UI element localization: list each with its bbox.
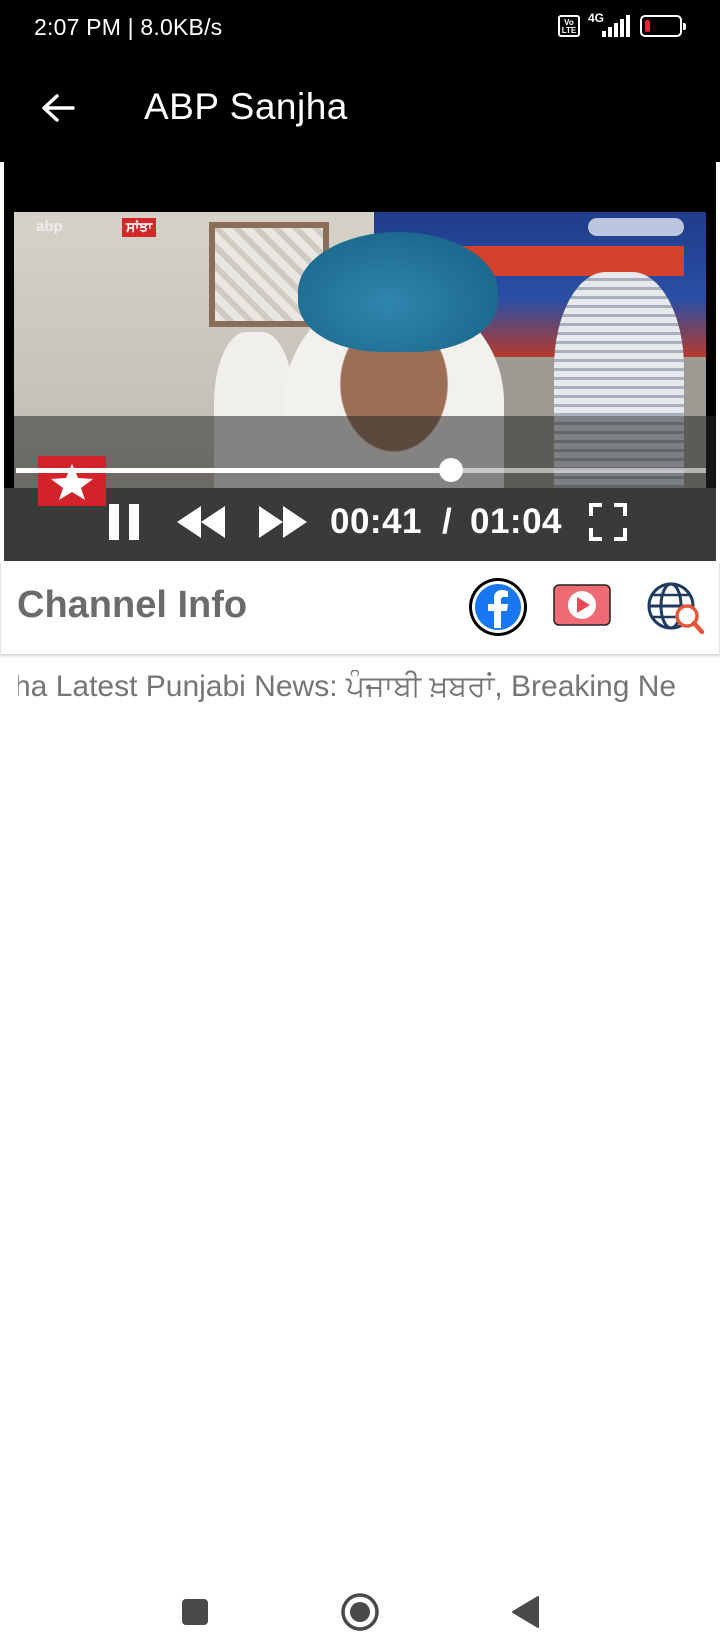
volte-icon: Vo LTE	[558, 15, 580, 37]
news-ticker: ha Latest Punjabi News: ਪੰਜਾਬੀ ਖ਼ਬਰਾਂ, B…	[18, 670, 704, 718]
page-title: ABP Sanjha	[144, 86, 348, 127]
arrow-left-icon	[42, 94, 75, 122]
fullscreen-icon	[589, 503, 627, 541]
channel-info-card: Channel Info	[0, 562, 720, 654]
pause-icon	[109, 504, 139, 540]
website-button[interactable]	[645, 578, 705, 638]
recents-icon	[182, 1599, 208, 1625]
video-player[interactable]: abp ਸਾਂਝਾ 00:41 / 01:04	[4, 162, 716, 561]
battery-level	[645, 20, 650, 32]
news-ticker-text: ha Latest Punjabi News: ਪੰਜਾਬੀ ਖ਼ਬਰਾਂ, B…	[18, 670, 677, 703]
app-bar: ABP Sanjha	[0, 56, 720, 162]
network-label: 4G	[588, 11, 605, 25]
home-button[interactable]	[330, 1582, 390, 1642]
battery-icon	[640, 15, 686, 37]
seek-thumb[interactable]	[438, 458, 463, 482]
status-icons: Vo LTE 4G	[558, 11, 686, 39]
video-watermark-logo: abp	[36, 218, 63, 235]
time-separator: /	[442, 502, 452, 541]
status-bar: 2:07 PM | 8.0KB/s Vo LTE 4G	[0, 0, 720, 56]
playback-controls: 00:41 / 01:04	[4, 490, 716, 554]
channel-info-title: Channel Info	[17, 584, 248, 626]
system-nav-bar	[0, 1570, 720, 1650]
back-icon	[512, 1596, 539, 1628]
video-badge	[588, 218, 684, 236]
youtube-icon	[553, 584, 611, 626]
signal-icon: 4G	[588, 11, 630, 39]
duration: 01:04	[470, 502, 563, 541]
facebook-button[interactable]	[467, 576, 529, 638]
seek-progress	[16, 468, 451, 473]
video-watermark-tag: ਸਾਂਝਾ	[122, 218, 157, 237]
facebook-icon	[469, 578, 527, 636]
rewind-button[interactable]	[170, 494, 232, 550]
status-time: 2:07 PM | 8.0KB/s	[34, 14, 223, 40]
fast-forward-icon	[259, 506, 307, 538]
home-icon	[341, 1593, 379, 1631]
youtube-button[interactable]	[553, 584, 611, 626]
recents-button[interactable]	[165, 1582, 225, 1642]
fast-forward-button[interactable]	[252, 494, 314, 550]
rewind-icon	[177, 506, 225, 538]
fullscreen-button[interactable]	[582, 494, 634, 550]
pause-button[interactable]	[96, 494, 152, 550]
website-search-icon	[647, 582, 705, 635]
back-button[interactable]	[30, 80, 86, 136]
current-time: 00:41	[330, 502, 423, 541]
seek-bar[interactable]	[16, 458, 706, 482]
system-back-button[interactable]	[495, 1582, 555, 1642]
